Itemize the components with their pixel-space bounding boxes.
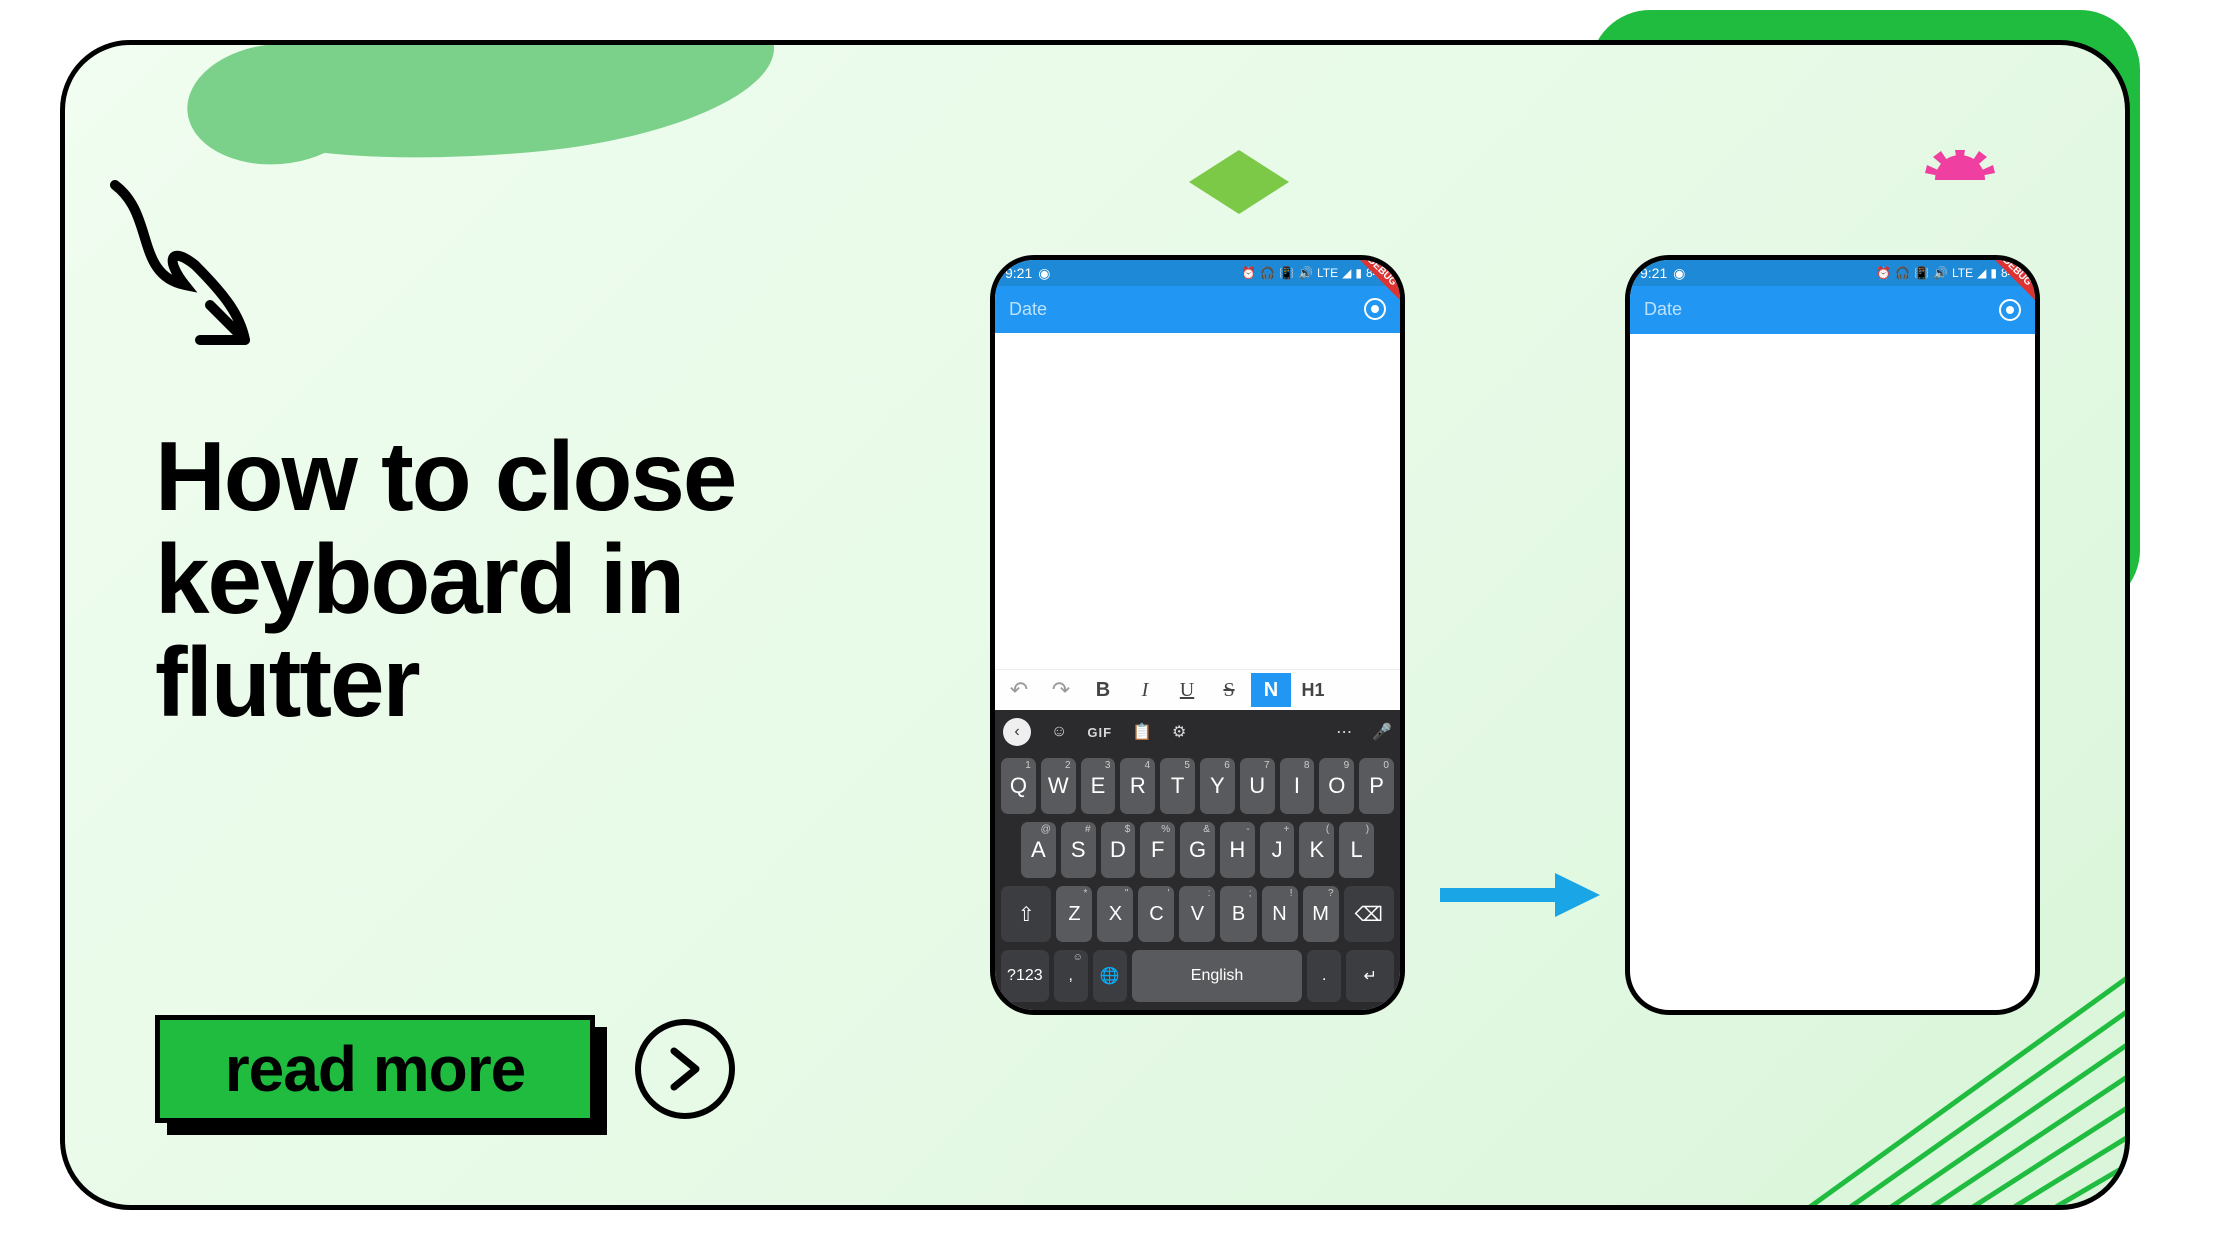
keyboard-row-3: ⇧ *Z "X 'C :V ;B !N ?M ⌫ bbox=[995, 882, 1400, 946]
normal-style-button[interactable]: N bbox=[1251, 673, 1291, 707]
key-u[interactable]: 7U bbox=[1240, 758, 1275, 814]
period-key[interactable]: . bbox=[1307, 950, 1341, 1002]
article-card: How to close keyboard in flutter read mo… bbox=[60, 40, 2130, 1210]
key-p[interactable]: 0P bbox=[1359, 758, 1394, 814]
key-q[interactable]: 1Q bbox=[1001, 758, 1036, 814]
undo-button[interactable]: ↶ bbox=[999, 673, 1039, 707]
redo-button[interactable]: ↷ bbox=[1041, 673, 1081, 707]
bowtie-decoration bbox=[1195, 150, 1289, 214]
underline-button[interactable]: U bbox=[1167, 673, 1207, 707]
settings-icon[interactable]: ⚙ bbox=[1172, 722, 1186, 742]
curly-arrow-decoration bbox=[95, 175, 265, 345]
italic-button[interactable]: I bbox=[1125, 673, 1165, 707]
heading1-button[interactable]: H1 bbox=[1293, 673, 1333, 707]
article-title: How to close keyboard in flutter bbox=[155, 425, 855, 734]
text-input-area[interactable] bbox=[1630, 334, 2035, 1010]
key-o[interactable]: 9O bbox=[1319, 758, 1354, 814]
key-r[interactable]: 4R bbox=[1120, 758, 1155, 814]
key-d[interactable]: $D bbox=[1101, 822, 1136, 878]
app-bar: Date bbox=[1630, 286, 2035, 334]
status-bar: 9:21 ◉ ⏰🎧📳🔊 LTE◢ ▮84% DEBUG bbox=[1630, 260, 2035, 286]
status-time: 9:21 bbox=[1640, 265, 1667, 281]
transition-arrow-icon bbox=[1435, 865, 1605, 925]
bold-button[interactable]: B bbox=[1083, 673, 1123, 707]
key-i[interactable]: 8I bbox=[1280, 758, 1315, 814]
text-input-area[interactable] bbox=[995, 333, 1400, 669]
space-key[interactable]: English bbox=[1132, 950, 1302, 1002]
keyboard-row-bottom: ?123 ☺, 🌐 English . ↵ bbox=[995, 946, 1400, 1006]
key-c[interactable]: 'C bbox=[1138, 886, 1174, 942]
enter-key[interactable]: ↵ bbox=[1346, 950, 1394, 1002]
key-t[interactable]: 5T bbox=[1160, 758, 1195, 814]
gif-button[interactable]: GIF bbox=[1087, 725, 1112, 740]
key-a[interactable]: @A bbox=[1021, 822, 1056, 878]
phone-mock-keyboard-open: 9:21 ◉ ⏰🎧📳🔊 LTE◢ ▮84% DEBUG Date ↶ ↷ B I… bbox=[990, 255, 1405, 1015]
location-target-icon[interactable] bbox=[1999, 299, 2021, 321]
more-icon[interactable]: ⋯ bbox=[1336, 722, 1352, 742]
key-x[interactable]: "X bbox=[1097, 886, 1133, 942]
keyboard-suggestion-bar: ‹ ☺ GIF 📋 ⚙ ⋯ 🎤 bbox=[995, 710, 1400, 754]
location-target-icon[interactable] bbox=[1364, 298, 1386, 320]
key-v[interactable]: :V bbox=[1179, 886, 1215, 942]
key-j[interactable]: +J bbox=[1260, 822, 1295, 878]
keyboard-row-1: 1Q 2W 3E 4R 5T 6Y 7U 8I 9O 0P bbox=[995, 754, 1400, 818]
language-key[interactable]: 🌐 bbox=[1093, 950, 1127, 1002]
backspace-key[interactable]: ⌫ bbox=[1344, 886, 1394, 942]
comma-key[interactable]: ☺, bbox=[1054, 950, 1088, 1002]
app-bar: Date bbox=[995, 286, 1400, 333]
key-h[interactable]: -H bbox=[1220, 822, 1255, 878]
key-n[interactable]: !N bbox=[1262, 886, 1298, 942]
app-bar-title: Date bbox=[1009, 299, 1047, 320]
read-more-button[interactable]: read more bbox=[155, 1015, 595, 1123]
key-k[interactable]: (K bbox=[1299, 822, 1334, 878]
keyboard-collapse-icon[interactable]: ‹ bbox=[1003, 718, 1031, 746]
key-g[interactable]: &G bbox=[1180, 822, 1215, 878]
format-toolbar: ↶ ↷ B I U S N H1 bbox=[995, 669, 1400, 710]
clipboard-icon[interactable]: 📋 bbox=[1132, 722, 1152, 742]
keyboard-row-2: @A #S $D %F &G -H +J (K )L bbox=[995, 818, 1400, 882]
sticker-icon[interactable]: ☺ bbox=[1051, 723, 1067, 741]
green-blob-decoration bbox=[209, 40, 782, 179]
mic-icon[interactable]: 🎤 bbox=[1372, 722, 1392, 742]
status-time: 9:21 bbox=[1005, 265, 1032, 281]
soft-keyboard: ‹ ☺ GIF 📋 ⚙ ⋯ 🎤 1Q 2W 3E 4R 5T 6Y 7U bbox=[995, 710, 1400, 1010]
key-s[interactable]: #S bbox=[1061, 822, 1096, 878]
status-bar: 9:21 ◉ ⏰🎧📳🔊 LTE◢ ▮84% DEBUG bbox=[995, 260, 1400, 286]
shift-key[interactable]: ⇧ bbox=[1001, 886, 1051, 942]
symbols-key[interactable]: ?123 bbox=[1001, 950, 1049, 1002]
phone-mock-keyboard-closed: 9:21 ◉ ⏰🎧📳🔊 LTE◢ ▮84% DEBUG Date bbox=[1625, 255, 2040, 1015]
next-arrow-button[interactable] bbox=[635, 1019, 735, 1119]
key-f[interactable]: %F bbox=[1140, 822, 1175, 878]
pink-sunburst-decoration bbox=[1925, 145, 1995, 180]
read-more-label: read more bbox=[155, 1015, 595, 1123]
key-y[interactable]: 6Y bbox=[1200, 758, 1235, 814]
key-w[interactable]: 2W bbox=[1041, 758, 1076, 814]
key-z[interactable]: *Z bbox=[1056, 886, 1092, 942]
key-m[interactable]: ?M bbox=[1303, 886, 1339, 942]
key-l[interactable]: )L bbox=[1339, 822, 1374, 878]
app-bar-title: Date bbox=[1644, 299, 1682, 320]
key-b[interactable]: ;B bbox=[1220, 886, 1256, 942]
key-e[interactable]: 3E bbox=[1081, 758, 1116, 814]
strikethrough-button[interactable]: S bbox=[1209, 673, 1249, 707]
